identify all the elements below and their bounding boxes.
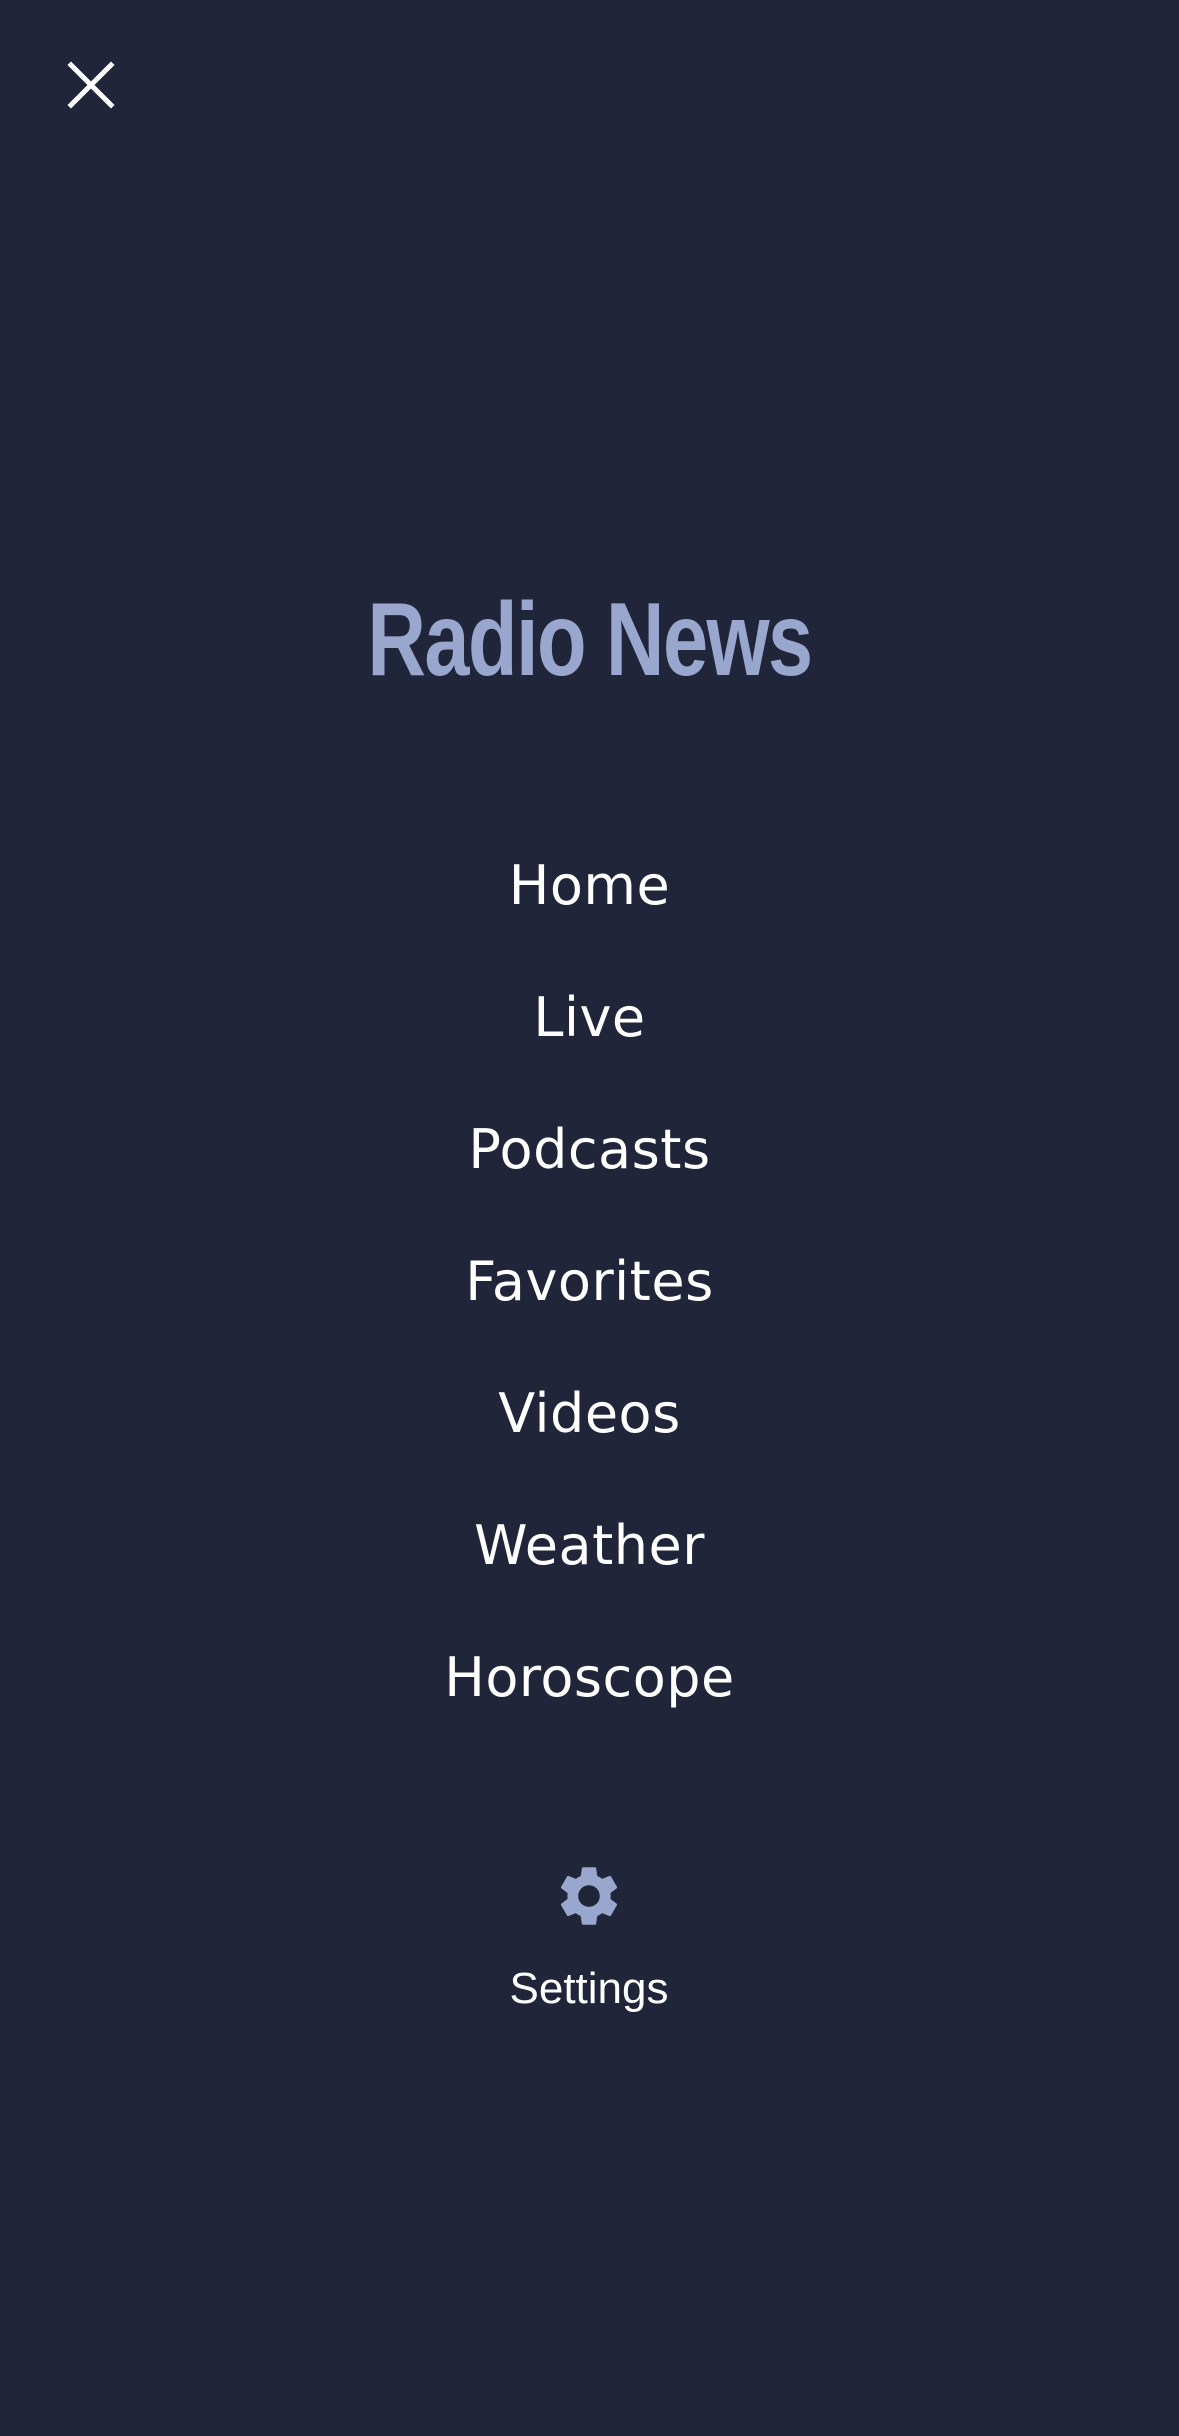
menu-link-videos[interactable]: Videos: [498, 1379, 680, 1449]
menu-item-weather: Weather: [0, 1480, 1179, 1612]
close-button[interactable]: [56, 50, 126, 120]
menu-link-live[interactable]: Live: [533, 983, 645, 1053]
menu-link-podcasts[interactable]: Podcasts: [468, 1115, 710, 1185]
settings-label: Settings: [509, 1964, 669, 2013]
menu-link-weather[interactable]: Weather: [474, 1511, 705, 1581]
menu-item-favorites: Favorites: [0, 1216, 1179, 1348]
menu-item-podcasts: Podcasts: [0, 1084, 1179, 1216]
close-icon: [67, 61, 115, 109]
settings-button[interactable]: Settings: [389, 1845, 789, 2035]
menu-link-home[interactable]: Home: [509, 851, 670, 921]
main-menu: Home Live Podcasts Favorites Videos Weat…: [0, 820, 1179, 1744]
menu-link-favorites[interactable]: Favorites: [465, 1247, 713, 1317]
app-logo-title: Radio News: [367, 582, 813, 698]
menu-item-videos: Videos: [0, 1348, 1179, 1480]
menu-link-horoscope[interactable]: Horoscope: [444, 1643, 735, 1713]
gear-icon: [560, 1867, 618, 1925]
menu-item-horoscope: Horoscope: [0, 1612, 1179, 1744]
menu-item-live: Live: [0, 952, 1179, 1084]
menu-item-home: Home: [0, 820, 1179, 952]
